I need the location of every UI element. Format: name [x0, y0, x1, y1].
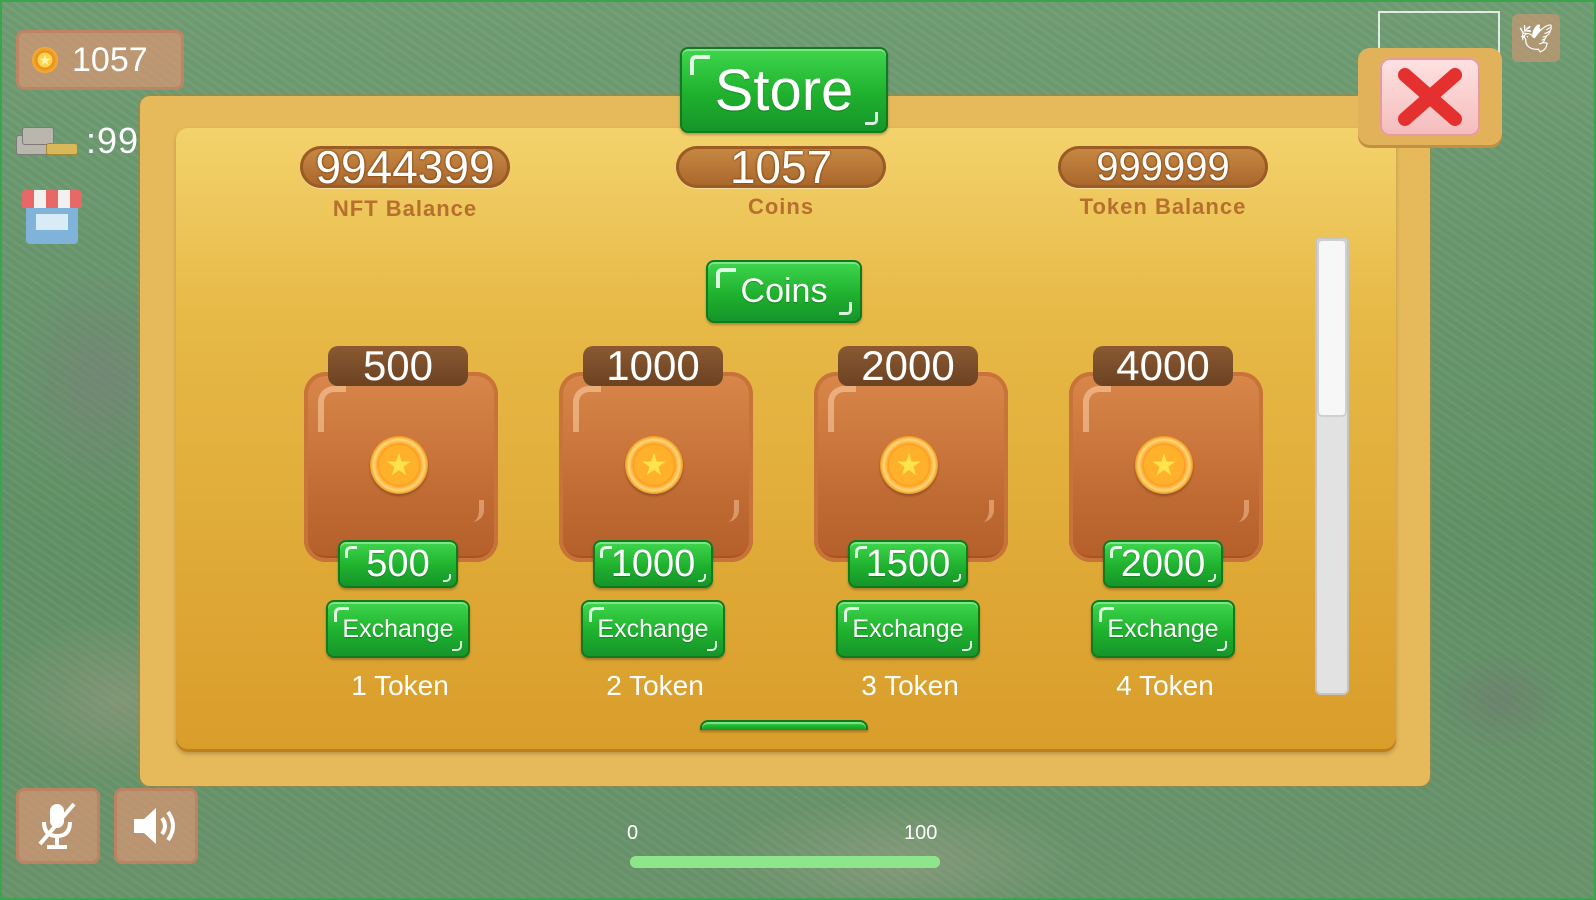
coins-balance-value: 1057 [676, 141, 886, 193]
progress-min-label: 0 [627, 822, 639, 844]
coin-counter: ★ 1057 [16, 30, 184, 90]
coin-icon: ★ [625, 436, 683, 494]
item-price: 500 [338, 540, 458, 588]
bird-icon[interactable]: 🕊 [1512, 14, 1560, 62]
coins-balance-label: Coins [747, 194, 815, 219]
coin-icon: ★ [370, 436, 428, 494]
progress-bar: 0 100 [627, 820, 940, 880]
item-price: 1500 [848, 540, 968, 588]
shop-icon[interactable] [22, 190, 82, 246]
coin-icon: ★ [32, 47, 58, 73]
item-token-cost: 3 Token [861, 670, 959, 701]
item-token-cost: 2 Token [606, 670, 704, 701]
item-amount: 1000 [583, 342, 723, 389]
scrollbar-thumb[interactable] [1317, 239, 1347, 417]
token-balance-value: 999999 [1058, 145, 1268, 189]
tab-coins[interactable]: Coins [706, 260, 862, 323]
coin-icon: ★ [1135, 436, 1193, 494]
coin-icon: ★ [880, 436, 938, 494]
progress-fill [630, 856, 940, 868]
exchange-button[interactable]: Exchange [1091, 600, 1235, 658]
next-row-button-peek [700, 720, 868, 730]
store-title: Store [680, 47, 888, 133]
store-item-3: 2000 ★ 1500 Exchange 3 Token [810, 342, 1010, 706]
progress-max-label: 100 [904, 822, 938, 844]
item-price: 1000 [593, 540, 713, 588]
item-price: 2000 [1103, 540, 1223, 588]
progress-track [630, 856, 940, 868]
money-counter-value: :99 [86, 120, 140, 161]
speaker-icon [134, 808, 175, 844]
coin-counter-value: 1057 [72, 40, 148, 79]
nft-balance-label: NFT Balance [332, 196, 478, 221]
sound-toggle-button[interactable] [114, 788, 198, 864]
store-item-1: 500 ★ 500 Exchange 1 Token [300, 342, 500, 706]
exchange-button[interactable]: Exchange [836, 600, 980, 658]
item-amount: 500 [328, 342, 468, 389]
mic-toggle-button[interactable] [16, 788, 100, 864]
exchange-button[interactable]: Exchange [326, 600, 470, 658]
money-stack-icon [16, 121, 82, 161]
exchange-button[interactable]: Exchange [581, 600, 725, 658]
money-counter: :99 [16, 120, 139, 162]
nft-balance-value: 9944399 [300, 141, 510, 193]
store-item-2: 1000 ★ 1000 Exchange 2 Token [555, 342, 755, 706]
item-token-cost: 1 Token [351, 670, 449, 701]
store-item-4: 4000 ★ 2000 Exchange 4 Token [1065, 342, 1265, 706]
token-balance-label: Token Balance [1079, 194, 1247, 219]
store-scrollbar[interactable] [1315, 237, 1349, 695]
mic-off-icon [38, 802, 76, 849]
item-token-cost: 4 Token [1116, 670, 1214, 701]
close-button[interactable] [1380, 58, 1480, 136]
item-amount: 2000 [838, 342, 978, 389]
item-amount: 4000 [1093, 342, 1233, 389]
close-icon [1398, 68, 1462, 126]
